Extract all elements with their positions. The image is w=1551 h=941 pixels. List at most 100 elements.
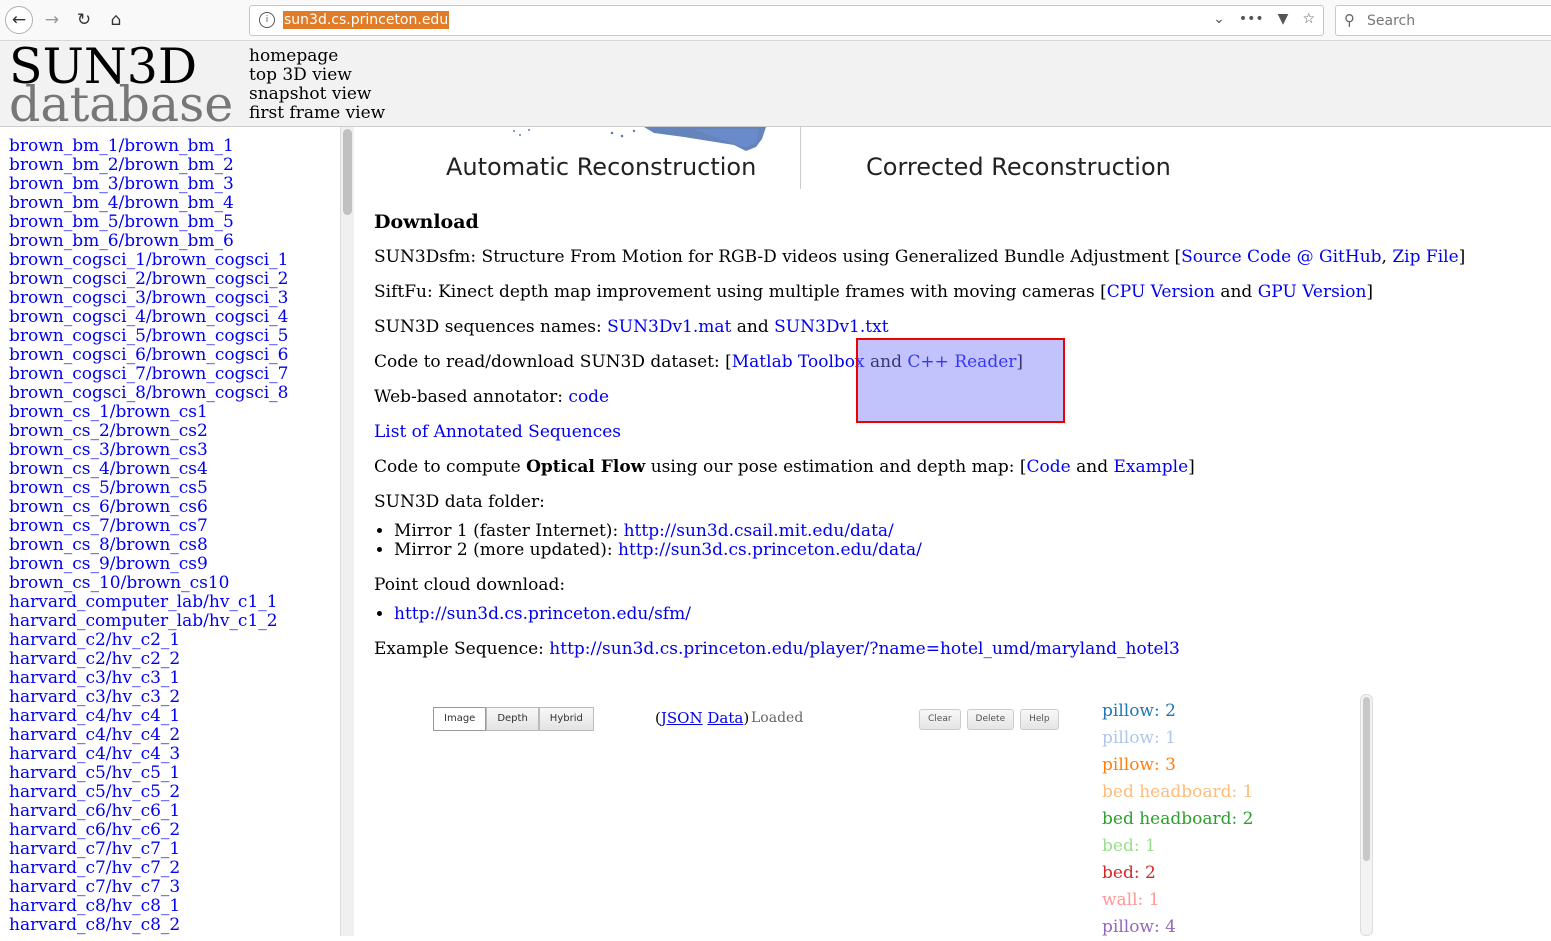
sfm-github-link[interactable]: Source Code @ GitHub [1181, 247, 1381, 267]
sidebar-sequence-link[interactable]: harvard_c2/hv_c2_1 [9, 631, 354, 650]
sun3dv1-txt-link[interactable]: SUN3Dv1.txt [774, 317, 888, 337]
forward-arrow-icon[interactable]: → [38, 6, 66, 34]
sidebar-sequence-link[interactable]: brown_cs_2/brown_cs2 [9, 422, 354, 441]
sidebar-sequence-link[interactable]: harvard_c6/hv_c6_1 [9, 802, 354, 821]
sidebar-sequence-link[interactable]: brown_cs_10/brown_cs10 [9, 574, 354, 593]
sidebar-sequence-link[interactable]: brown_cs_4/brown_cs4 [9, 460, 354, 479]
sidebar-sequence-link[interactable]: brown_cogsci_1/brown_cogsci_1 [9, 251, 354, 270]
sidebar-sequence-link[interactable]: brown_cs_3/brown_cs3 [9, 441, 354, 460]
object-label-item[interactable]: pillow: 4 [1102, 914, 1253, 941]
sidebar-sequence-link[interactable]: brown_cs_8/brown_cs8 [9, 536, 354, 555]
sidebar-sequence-link[interactable]: harvard_c7/hv_c7_3 [9, 878, 354, 897]
home-icon[interactable]: ⌂ [102, 6, 130, 34]
sidebar-sequence-link[interactable]: harvard_computer_lab/hv_c1_2 [9, 612, 354, 631]
object-label-item[interactable]: pillow: 3 [1102, 752, 1253, 779]
siftfu-gpu-link[interactable]: GPU Version [1258, 282, 1367, 302]
mirror-1-label: Mirror 1 (faster Internet): [394, 521, 624, 541]
hybrid-mode-button[interactable]: Hybrid [538, 707, 594, 731]
sidebar-sequence-link[interactable]: harvard_c3/hv_c3_1 [9, 669, 354, 688]
sidebar-sequence-link[interactable]: harvard_c4/hv_c4_2 [9, 726, 354, 745]
url-text[interactable]: sun3d.cs.princeton.edu [283, 11, 450, 29]
nav-top-3d-view[interactable]: top 3D view [249, 66, 385, 85]
logo-database[interactable]: database [9, 79, 233, 131]
annotator-code-link[interactable]: code [568, 387, 609, 407]
siftfu-cpu-link[interactable]: CPU Version [1107, 282, 1215, 302]
site-info-icon[interactable]: i [259, 12, 275, 28]
sidebar-scrollbar[interactable] [340, 127, 354, 936]
sidebar-sequence-link[interactable]: brown_cogsci_3/brown_cogsci_3 [9, 289, 354, 308]
sidebar-sequence-link[interactable]: harvard_c5/hv_c5_1 [9, 764, 354, 783]
matlab-toolbox-link[interactable]: Matlab Toolbox [732, 352, 865, 372]
sidebar-sequence-link[interactable]: brown_cogsci_7/brown_cogsci_7 [9, 365, 354, 384]
object-label-item[interactable]: pillow: 1 [1102, 725, 1253, 752]
flow-code-link[interactable]: Code [1027, 457, 1071, 477]
sidebar-sequence-link[interactable]: brown_bm_3/brown_bm_3 [9, 175, 354, 194]
search-bar[interactable]: ⚲ Search [1335, 5, 1551, 36]
sidebar-sequence-link[interactable]: harvard_c7/hv_c7_1 [9, 840, 354, 859]
sidebar-sequence-link[interactable]: brown_cs_9/brown_cs9 [9, 555, 354, 574]
sidebar-sequence-link[interactable]: brown_bm_4/brown_bm_4 [9, 194, 354, 213]
chevron-down-icon[interactable]: ⌄ [1213, 11, 1225, 27]
sidebar-sequence-link[interactable]: harvard_c2/hv_c2_2 [9, 650, 354, 669]
json-link[interactable]: JSON [661, 709, 703, 727]
clear-button[interactable]: Clear [919, 709, 961, 730]
url-bar[interactable]: i sun3d.cs.princeton.edu ⌄ ••• ▼ ☆ [249, 5, 1324, 36]
sidebar-sequence-link[interactable]: brown_bm_1/brown_bm_1 [9, 137, 354, 156]
object-label-item[interactable]: bed headboard: 1 [1102, 779, 1253, 806]
object-label-item[interactable]: bed headboard: 2 [1102, 806, 1253, 833]
sidebar-sequence-link[interactable]: harvard_c6/hv_c6_2 [9, 821, 354, 840]
search-input[interactable]: Search [1367, 13, 1415, 29]
object-label-item[interactable]: bed: 1 [1102, 833, 1253, 860]
sidebar-sequence-link[interactable]: harvard_c4/hv_c4_1 [9, 707, 354, 726]
sidebar-sequence-link[interactable]: brown_bm_5/brown_bm_5 [9, 213, 354, 232]
flow-example-link[interactable]: Example [1114, 457, 1189, 477]
sidebar-sequence-link[interactable]: brown_bm_6/brown_bm_6 [9, 232, 354, 251]
mirror-2-link[interactable]: http://sun3d.cs.princeton.edu/data/ [618, 540, 922, 560]
mirror-1-link[interactable]: http://sun3d.csail.mit.edu/data/ [624, 521, 894, 541]
more-actions-icon[interactable]: ••• [1239, 11, 1264, 27]
bookmark-star-icon[interactable]: ☆ [1302, 11, 1315, 27]
sidebar-sequence-link[interactable]: brown_cs_6/brown_cs6 [9, 498, 354, 517]
help-button[interactable]: Help [1020, 709, 1059, 730]
json-data-links: (JSON Data) [655, 709, 749, 727]
sidebar-sequence-link[interactable]: harvard_c8/hv_c8_2 [9, 916, 354, 935]
image-mode-button[interactable]: Image [433, 707, 487, 731]
label-list-scrollbar[interactable] [1360, 694, 1373, 936]
annotated-sequences-link[interactable]: List of Annotated Sequences [374, 422, 621, 442]
sidebar-sequence-link[interactable]: brown_cogsci_4/brown_cogsci_4 [9, 308, 354, 327]
sidebar-sequence-link[interactable]: harvard_c4/hv_c4_3 [9, 745, 354, 764]
sidebar-sequence-link[interactable]: harvard_c3/hv_c3_2 [9, 688, 354, 707]
sidebar-sequence-link[interactable]: brown_bm_2/brown_bm_2 [9, 156, 354, 175]
search-icon: ⚲ [1344, 11, 1355, 29]
sidebar-sequence-link[interactable]: harvard_c8/hv_c8_1 [9, 897, 354, 916]
sidebar-sequence-link[interactable]: harvard_computer_lab/hv_c1_1 [9, 593, 354, 612]
nav-first-frame-view[interactable]: first frame view [249, 104, 385, 123]
reload-icon[interactable]: ↻ [70, 6, 98, 34]
sun3dv1-mat-link[interactable]: SUN3Dv1.mat [607, 317, 731, 337]
sidebar-sequence-link[interactable]: harvard_c7/hv_c7_2 [9, 859, 354, 878]
object-label-item[interactable]: wall: 1 [1102, 887, 1253, 914]
mirror-list: Mirror 1 (faster Internet): http://sun3d… [374, 522, 1534, 560]
sidebar-sequence-link[interactable]: brown_cogsci_2/brown_cogsci_2 [9, 270, 354, 289]
pointcloud-link[interactable]: http://sun3d.cs.princeton.edu/sfm/ [394, 604, 691, 624]
depth-mode-button[interactable]: Depth [486, 707, 539, 731]
sidebar-sequence-link[interactable]: brown_cogsci_6/brown_cogsci_6 [9, 346, 354, 365]
object-label-item[interactable]: bed: 2 [1102, 860, 1253, 887]
nav-homepage[interactable]: homepage [249, 47, 385, 66]
sidebar-sequence-link[interactable]: brown_cs_1/brown_cs1 [9, 403, 354, 422]
label-list-scroll-thumb[interactable] [1363, 697, 1370, 861]
sidebar-sequence-link[interactable]: brown_cs_5/brown_cs5 [9, 479, 354, 498]
sfm-zip-link[interactable]: Zip File [1392, 247, 1458, 267]
data-link[interactable]: Data [707, 709, 743, 727]
sidebar-sequence-link[interactable]: brown_cogsci_8/brown_cogsci_8 [9, 384, 354, 403]
sidebar-sequence-link[interactable]: brown_cogsci_5/brown_cogsci_5 [9, 327, 354, 346]
sidebar-sequence-link[interactable]: harvard_c5/hv_c5_2 [9, 783, 354, 802]
example-sequence-link[interactable]: http://sun3d.cs.princeton.edu/player/?na… [549, 639, 1180, 659]
sidebar-scroll-thumb[interactable] [343, 129, 352, 215]
back-arrow-icon[interactable]: ← [5, 6, 33, 34]
nav-snapshot-view[interactable]: snapshot view [249, 85, 385, 104]
sidebar-sequence-link[interactable]: brown_cs_7/brown_cs7 [9, 517, 354, 536]
pocket-icon[interactable]: ▼ [1278, 11, 1289, 27]
object-label-item[interactable]: pillow: 2 [1102, 698, 1253, 725]
delete-button[interactable]: Delete [966, 709, 1015, 730]
